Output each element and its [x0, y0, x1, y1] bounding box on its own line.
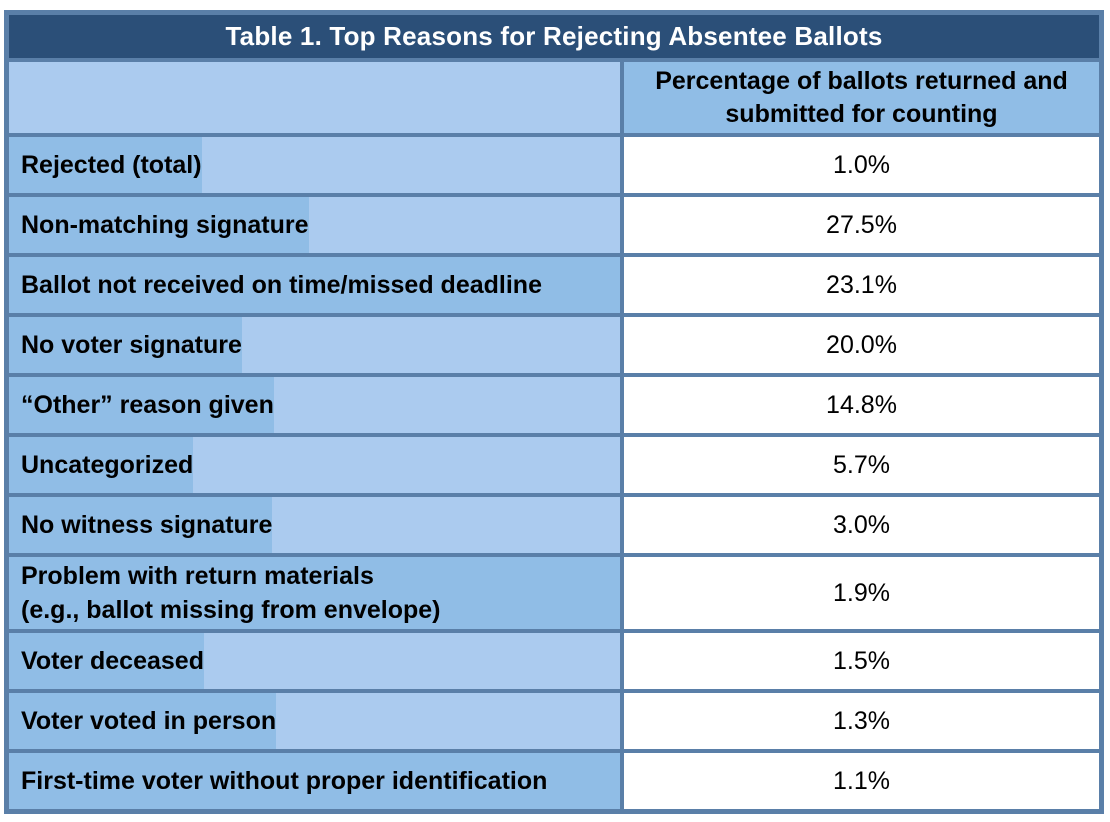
row-value: 1.0%: [624, 133, 1099, 193]
row-label: First-time voter without proper identifi…: [9, 753, 620, 809]
table-row: First-time voter without proper identifi…: [9, 749, 1099, 809]
row-value: 1.5%: [624, 629, 1099, 689]
row-label-cell: Voter deceased: [9, 629, 624, 689]
table-row: Non-matching signature 27.5%: [9, 193, 1099, 253]
table-row: No voter signature 20.0%: [9, 313, 1099, 373]
table-grid: Percentage of ballots returned and submi…: [9, 62, 1099, 809]
row-value: 3.0%: [624, 493, 1099, 553]
table-row: Problem with return materials (e.g., bal…: [9, 553, 1099, 629]
row-value: 1.3%: [624, 689, 1099, 749]
row-label-cell: Problem with return materials (e.g., bal…: [9, 553, 624, 629]
row-value: 20.0%: [624, 313, 1099, 373]
table-row: “Other” reason given 14.8%: [9, 373, 1099, 433]
row-value: 5.7%: [624, 433, 1099, 493]
row-label-cell: “Other” reason given: [9, 373, 624, 433]
row-label: Ballot not received on time/missed deadl…: [9, 257, 620, 313]
table-row: Ballot not received on time/missed deadl…: [9, 253, 1099, 313]
row-label: No witness signature: [9, 497, 273, 553]
row-value: 27.5%: [624, 193, 1099, 253]
table-row: Voter deceased 1.5%: [9, 629, 1099, 689]
row-label-cell: First-time voter without proper identifi…: [9, 749, 624, 809]
table-row: No witness signature 3.0%: [9, 493, 1099, 553]
table-title: Table 1. Top Reasons for Rejecting Absen…: [9, 15, 1099, 58]
row-label: Uncategorized: [9, 437, 194, 493]
row-label-line-2: (e.g., ballot missing from envelope): [21, 596, 441, 624]
table-row: Voter voted in person 1.3%: [9, 689, 1099, 749]
row-label-cell: No witness signature: [9, 493, 624, 553]
row-label-cell: Voter voted in person: [9, 689, 624, 749]
header-value-cell: Percentage of ballots returned and submi…: [624, 62, 1099, 133]
row-value: 14.8%: [624, 373, 1099, 433]
row-label-cell: Non-matching signature: [9, 193, 624, 253]
table-row: Uncategorized 5.7%: [9, 433, 1099, 493]
table-row: Rejected (total) 1.0%: [9, 133, 1099, 193]
row-label: Voter voted in person: [9, 693, 277, 749]
header-value-line-2: submitted for counting: [725, 99, 998, 128]
row-label: Rejected (total): [9, 137, 202, 193]
row-value: 23.1%: [624, 253, 1099, 313]
header-value-line-1: Percentage of ballots returned and: [655, 66, 1068, 95]
row-label-cell: No voter signature: [9, 313, 624, 373]
row-label-cell: Uncategorized: [9, 433, 624, 493]
row-label-cell: Ballot not received on time/missed deadl…: [9, 253, 624, 313]
row-value: 1.9%: [624, 553, 1099, 629]
rejection-reasons-table: Table 1. Top Reasons for Rejecting Absen…: [4, 10, 1104, 814]
row-label-cell: Rejected (total): [9, 133, 624, 193]
row-label: Problem with return materials (e.g., bal…: [9, 557, 620, 629]
row-label: Voter deceased: [9, 633, 204, 689]
table-header-row: Percentage of ballots returned and submi…: [9, 62, 1099, 133]
row-label-line-1: Problem with return materials: [21, 562, 374, 590]
row-value: 1.1%: [624, 749, 1099, 809]
row-label: Non-matching signature: [9, 197, 309, 253]
row-label: No voter signature: [9, 317, 242, 373]
row-label: “Other” reason given: [9, 377, 274, 433]
header-label-cell: [9, 62, 624, 133]
